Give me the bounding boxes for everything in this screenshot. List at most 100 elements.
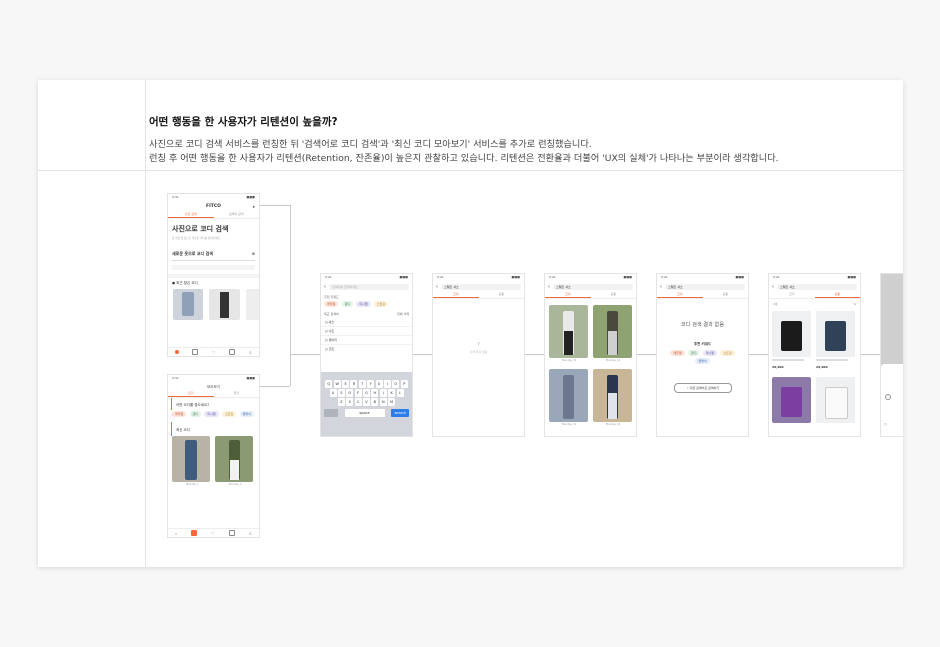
- search-input[interactable]: 스웨트 셔츠: [441, 284, 521, 290]
- key-s[interactable]: S: [337, 389, 345, 398]
- back-icon[interactable]: ‹: [772, 284, 774, 290]
- search-input[interactable]: 스웨트 셔츠: [777, 284, 857, 290]
- closet-icon[interactable]: [228, 530, 235, 536]
- key-f[interactable]: F: [354, 389, 362, 398]
- product-image[interactable]: [816, 377, 855, 423]
- search-other-button[interactable]: ⌕ 다른 검색어로 검색하기: [674, 383, 732, 393]
- search-input[interactable]: 스웨트 셔츠: [553, 284, 633, 290]
- recent-search-item[interactable]: ◷ 청바지: [321, 336, 412, 345]
- tab-product[interactable]: 상품: [703, 291, 749, 298]
- outfit-thumbnail[interactable]: [246, 289, 259, 320]
- key-u[interactable]: U: [375, 379, 383, 388]
- keyword-chip[interactable]: 캐주얼: [172, 411, 187, 417]
- key-search[interactable]: search: [391, 408, 410, 417]
- outfit-photo[interactable]: [172, 436, 210, 482]
- keyword-chip[interactable]: 미니멀: [204, 411, 219, 417]
- filter-icon[interactable]: ⇅: [854, 302, 856, 306]
- heart-icon[interactable]: ♡: [212, 350, 216, 355]
- outfit-photo[interactable]: [593, 369, 632, 422]
- keyword-chip[interactable]: 댄디: [341, 301, 354, 307]
- tab-photo-search[interactable]: 사진 검색: [168, 211, 214, 218]
- tab-outfit[interactable]: 코디: [769, 291, 815, 298]
- clear-all-button[interactable]: 전체 삭제: [397, 312, 409, 316]
- key-g[interactable]: G: [363, 389, 370, 398]
- outfit-photo[interactable]: [593, 305, 632, 358]
- outfit-photo[interactable]: [549, 305, 588, 358]
- key-r[interactable]: R: [350, 379, 358, 388]
- key-d[interactable]: D: [346, 389, 354, 398]
- key-w[interactable]: W: [333, 379, 341, 388]
- keyword-chip[interactable]: 클래식: [239, 411, 254, 417]
- tab-outfit[interactable]: 코디: [545, 291, 591, 298]
- key-l[interactable]: L: [396, 389, 404, 398]
- key-p[interactable]: P: [400, 379, 408, 388]
- home-icon[interactable]: [174, 350, 179, 354]
- profile-icon[interactable]: ♙: [248, 531, 252, 536]
- key-c[interactable]: C: [354, 398, 362, 407]
- outfit-thumbnail[interactable]: [209, 289, 240, 320]
- profile-icon[interactable]: ♙: [249, 350, 253, 355]
- key-n[interactable]: N: [379, 398, 387, 407]
- key-m[interactable]: M: [388, 398, 396, 407]
- back-icon[interactable]: ‹: [660, 284, 662, 290]
- screen-product-sheet: ○: [880, 273, 903, 437]
- outfit-photo[interactable]: [549, 369, 588, 422]
- tab-keyword-search[interactable]: 검색어 검색: [214, 211, 260, 218]
- recent-search-item[interactable]: ◷ 코트: [321, 345, 412, 353]
- key-q[interactable]: Q: [325, 379, 333, 388]
- keyword-chip[interactable]: 캐주얼: [670, 350, 685, 356]
- key-v[interactable]: V: [363, 398, 370, 407]
- outfit-photo[interactable]: [215, 436, 253, 482]
- keyword-chip[interactable]: 스트릿: [373, 301, 389, 307]
- keyword-chip[interactable]: 댄디: [189, 411, 202, 417]
- search-input[interactable]: 검색어를 입력하세요: [329, 284, 409, 290]
- key-o[interactable]: O: [392, 379, 400, 388]
- key-e[interactable]: E: [342, 379, 350, 388]
- recent-search-item[interactable]: ◷ 니트: [321, 327, 412, 336]
- grid-icon[interactable]: [191, 530, 198, 536]
- photo-search-button[interactable]: 새로운 옷으로 코디 검색 ⊙: [172, 248, 255, 261]
- key-a[interactable]: A: [329, 389, 337, 398]
- tab-product[interactable]: 상품: [479, 291, 525, 298]
- keyword-chip[interactable]: 미니멀: [702, 350, 718, 356]
- keyword-chip[interactable]: 클래식: [695, 358, 710, 364]
- key-z[interactable]: Z: [337, 398, 345, 407]
- search-input[interactable]: 스웨트 셔츠: [665, 284, 745, 290]
- keyword-chip[interactable]: 댄디: [687, 350, 700, 356]
- keyword-chip[interactable]: 미니멀: [356, 301, 371, 307]
- search-icon[interactable]: ⌕: [253, 203, 255, 211]
- key-b[interactable]: B: [371, 398, 379, 407]
- product-image[interactable]: [816, 311, 855, 357]
- key-123[interactable]: [323, 408, 338, 417]
- key-k[interactable]: K: [388, 389, 396, 398]
- keyword-chip[interactable]: 스트릿: [720, 350, 735, 356]
- latest-heading: 최신 코디: [171, 422, 259, 436]
- key-j[interactable]: J: [379, 389, 387, 398]
- key-y[interactable]: Y: [367, 379, 375, 388]
- tab-product[interactable]: 상품: [591, 291, 637, 298]
- back-icon[interactable]: ‹: [436, 284, 438, 290]
- flow-connector: [290, 354, 320, 355]
- search-icon[interactable]: ⌕: [175, 531, 177, 536]
- product-image[interactable]: [772, 311, 811, 357]
- tab-latest[interactable]: 최신: [214, 390, 260, 397]
- key-x[interactable]: X: [346, 398, 354, 407]
- tab-outfit[interactable]: 코디: [433, 291, 479, 298]
- tab-popular[interactable]: 인기: [168, 390, 214, 397]
- key-t[interactable]: T: [358, 379, 366, 388]
- product-image[interactable]: [772, 377, 811, 423]
- tab-product[interactable]: 상품: [814, 291, 860, 298]
- keyword-chip[interactable]: 스트릿: [221, 411, 237, 417]
- grid-icon[interactable]: [192, 349, 199, 355]
- key-h[interactable]: H: [371, 389, 379, 398]
- heart-icon[interactable]: ♡: [211, 531, 215, 536]
- back-icon[interactable]: ‹: [324, 284, 326, 290]
- closet-icon[interactable]: [229, 349, 236, 355]
- key-i[interactable]: I: [383, 379, 391, 388]
- key-space[interactable]: space: [344, 408, 385, 417]
- back-icon[interactable]: ‹: [548, 284, 550, 290]
- tab-outfit[interactable]: 코디: [657, 291, 703, 298]
- keyword-chip[interactable]: 캐주얼: [324, 301, 339, 307]
- recent-search-item[interactable]: ◷ 셔츠: [321, 318, 412, 327]
- outfit-thumbnail[interactable]: [173, 289, 203, 320]
